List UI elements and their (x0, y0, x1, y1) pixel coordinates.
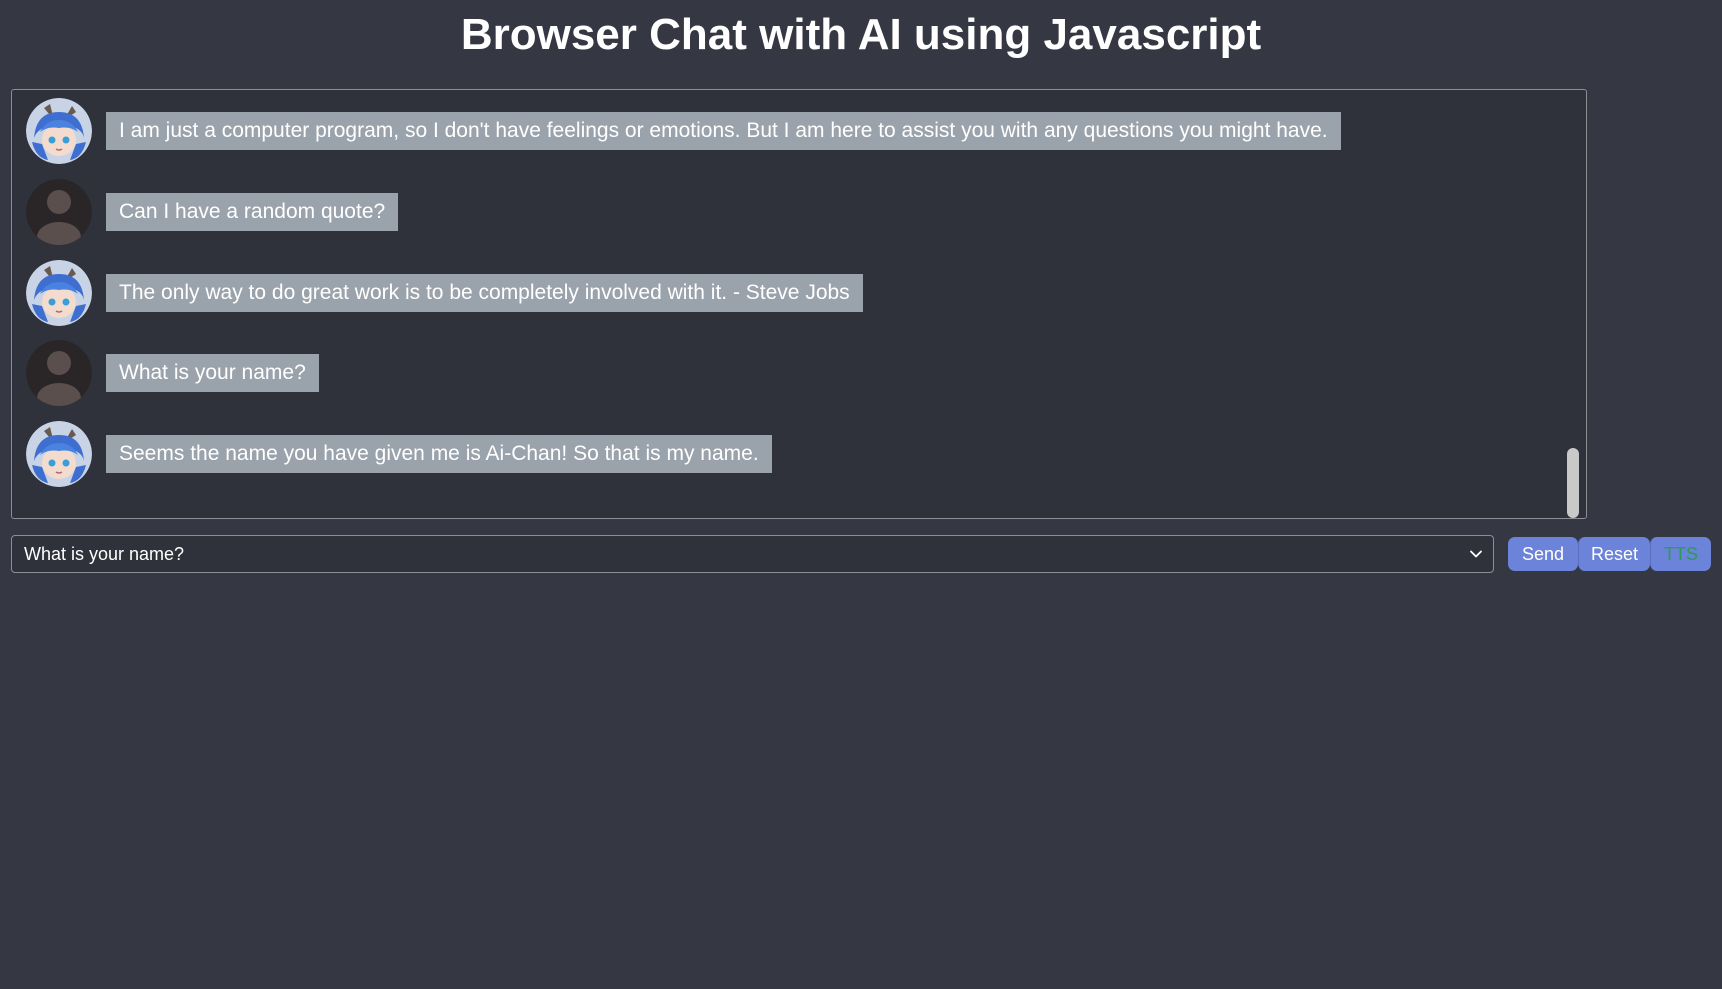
chat-log[interactable]: I am just a computer program, so I don't… (11, 89, 1587, 519)
chat-scrollbar[interactable] (1567, 448, 1579, 518)
chat-message-ai: I am just a computer program, so I don't… (26, 98, 1341, 164)
tts-button[interactable]: TTS (1650, 537, 1711, 571)
chat-message-user: What is your name? (26, 340, 319, 406)
question-select-value: What is your name? (24, 544, 185, 564)
chat-message-ai: Seems the name you have given me is Ai-C… (26, 421, 772, 487)
message-bubble: What is your name? (106, 354, 319, 392)
message-bubble: I am just a computer program, so I don't… (106, 112, 1341, 150)
user-avatar-icon (26, 340, 92, 406)
input-row: What is your name? Send Reset TTS (11, 535, 1711, 573)
send-button[interactable]: Send (1508, 537, 1578, 571)
message-bubble: Can I have a random quote? (106, 193, 399, 231)
chat-message-ai: The only way to do great work is to be c… (26, 260, 863, 326)
user-avatar-icon (26, 179, 92, 245)
message-bubble: Seems the name you have given me is Ai-C… (106, 435, 772, 473)
chevron-down-icon (1470, 550, 1482, 558)
ai-avatar-icon (26, 421, 92, 487)
question-select[interactable]: What is your name? (11, 535, 1494, 573)
page-title: Browser Chat with AI using Javascript (460, 10, 1262, 59)
chat-message-user: Can I have a random quote? (26, 179, 399, 245)
message-bubble: The only way to do great work is to be c… (106, 274, 863, 312)
reset-button[interactable]: Reset (1578, 537, 1650, 571)
page: Browser Chat with AI using Javascript I … (0, 0, 1722, 989)
ai-avatar-icon (26, 260, 92, 326)
ai-avatar-icon (26, 98, 92, 164)
